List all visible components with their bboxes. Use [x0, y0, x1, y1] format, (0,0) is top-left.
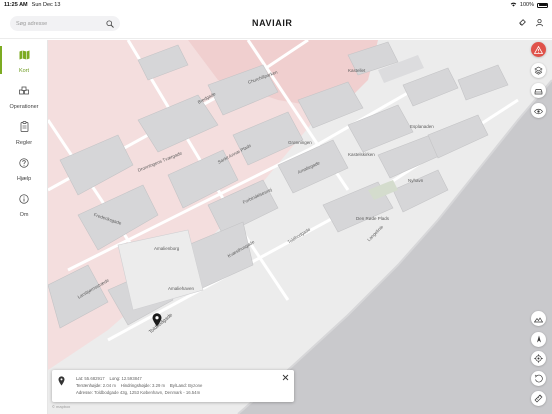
- ruler-icon: [534, 390, 543, 408]
- info-icon: [19, 191, 29, 209]
- area-value: Byzone: [188, 383, 203, 388]
- wifi-icon: [510, 2, 517, 9]
- status-time: 11:25 AM: [4, 2, 28, 8]
- drones-icon: [18, 83, 30, 101]
- location-pin-icon[interactable]: [152, 313, 162, 332]
- terrain-label: Terrænhøjde:: [76, 383, 102, 388]
- area-label: By/Land:: [169, 383, 187, 388]
- map-label-amalienborg: Amalienborg: [154, 246, 180, 251]
- crosshair-icon: [534, 350, 543, 368]
- battery-percent: 100%: [519, 2, 534, 8]
- location-pin-icon: [58, 376, 65, 387]
- terrain-icon: [533, 310, 544, 328]
- sidebar-item-regler[interactable]: Regler: [0, 116, 48, 148]
- map-label-nyhavn: Nyhavn: [408, 178, 424, 183]
- rotate-3d-icon: [534, 370, 543, 388]
- sidebar-item-label: Operationer: [9, 103, 39, 110]
- long-value: 12.593847: [121, 376, 142, 381]
- search-bar: [10, 16, 120, 31]
- sidebar-item-label: Kort: [18, 67, 30, 74]
- coordinates-row: Lat: 55.682917 Long: 12.593847: [76, 376, 142, 381]
- heights-row: Terrænhøjde: 2.04 m Hindringshøjde: 3.29…: [76, 383, 202, 388]
- map-icon: [19, 47, 30, 65]
- lat-value: 55.682917: [84, 376, 105, 381]
- car-icon: [534, 82, 543, 100]
- address-row: Adresse: Toldbodgade 43g, 1253 København…: [76, 390, 200, 395]
- top-header: NAVIAIR: [0, 10, 552, 39]
- sidebar-item-label: Hjælp: [16, 175, 32, 182]
- measure-button[interactable]: [531, 391, 546, 406]
- long-label: Long:: [109, 376, 121, 381]
- sidebar-item-operationer[interactable]: Operationer: [0, 80, 48, 112]
- search-input[interactable]: [16, 20, 106, 27]
- status-right: 100%: [510, 2, 548, 9]
- map-view[interactable]: Amalienborg Toldbodgade Toldbodgade Fred…: [48, 40, 552, 414]
- sidebar-item-hjaelp[interactable]: Hjælp: [0, 152, 48, 184]
- terrain-button[interactable]: [531, 311, 546, 326]
- question-icon: [19, 155, 29, 173]
- mapbox-attribution[interactable]: © mapbox: [52, 404, 70, 409]
- map-canvas: [48, 40, 552, 414]
- obstacle-label: Hindringshøjde:: [120, 383, 151, 388]
- obstacle-value: 3.29 m: [151, 383, 166, 388]
- map-label-kastelskirken: Kastelskirken: [348, 152, 375, 157]
- layers-button[interactable]: [531, 63, 546, 78]
- brand-logo: NAVIAIR: [252, 18, 293, 28]
- rotate-3d-button[interactable]: [531, 371, 546, 386]
- eye-icon: [534, 102, 543, 120]
- layers-icon: [534, 62, 543, 80]
- sidebar-item-label: Regler: [15, 139, 33, 146]
- clipboard-icon: [20, 119, 29, 137]
- warning-button[interactable]: [531, 42, 546, 57]
- battery-icon: [537, 2, 548, 8]
- drone-status-icon[interactable]: [518, 18, 527, 27]
- address-label: Adresse:: [76, 390, 93, 395]
- map-label-amaliehaven: Amaliehaven: [168, 286, 195, 291]
- map-label-opera: Den Røde Plads: [356, 216, 390, 221]
- vehicle-button[interactable]: [531, 83, 546, 98]
- warning-icon: [533, 41, 544, 59]
- location-info-panel: Lat: 55.682917 Long: 12.593847 Terrænhøj…: [52, 370, 294, 402]
- map-label-gronningen: Grønningen: [288, 140, 312, 145]
- status-bar: 11:25 AM Sun Dec 13 100%: [0, 0, 552, 10]
- sidebar-item-kort[interactable]: Kort: [0, 44, 48, 76]
- view-toggle-button[interactable]: [531, 103, 546, 118]
- locate-me-button[interactable]: [531, 351, 546, 366]
- map-label-esplanaden: Esplanaden: [410, 124, 434, 129]
- sidebar: Kort Operationer Regler Hjælp Om: [0, 40, 48, 414]
- status-date: Sun Dec 13: [31, 2, 61, 8]
- search-icon[interactable]: [106, 19, 114, 28]
- address-value: Toldbodgade 43g, 1253 København, Denmark…: [94, 390, 201, 395]
- close-icon[interactable]: [282, 374, 289, 382]
- sidebar-item-label: Om: [19, 211, 29, 218]
- compass-button[interactable]: [531, 332, 546, 347]
- user-icon[interactable]: [535, 18, 544, 27]
- terrain-value: 2.04 m: [102, 383, 116, 388]
- compass-icon: [535, 331, 543, 349]
- sidebar-item-om[interactable]: Om: [0, 188, 48, 220]
- lat-label: Lat:: [76, 376, 84, 381]
- map-label-kastellet: Kastellet: [348, 68, 366, 73]
- app-root: 11:25 AM Sun Dec 13 100% NAVIAIR: [0, 0, 552, 414]
